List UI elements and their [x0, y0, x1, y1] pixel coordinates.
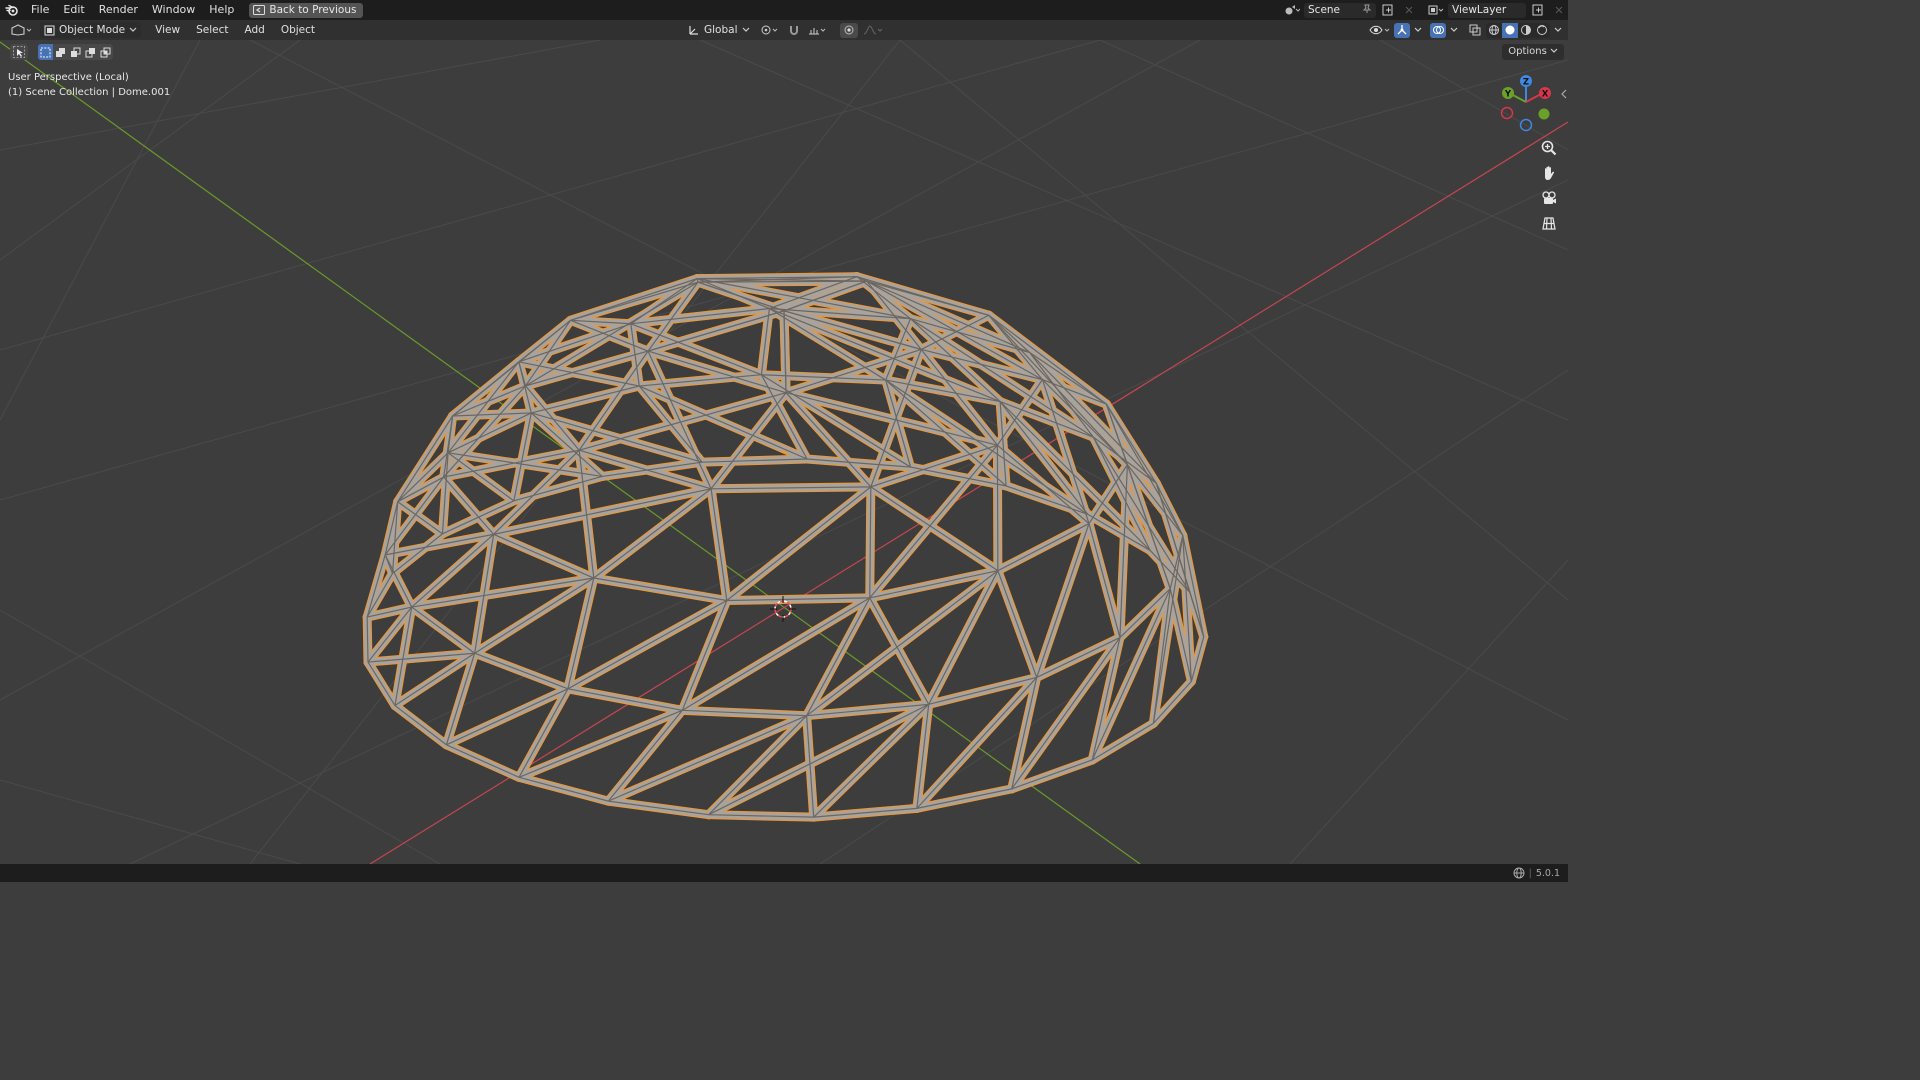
- camera-view-icon[interactable]: [1538, 188, 1560, 208]
- select-subtract-icon[interactable]: [68, 44, 83, 60]
- top-bar: File Edit Render Window Help Back to Pre…: [0, 0, 1568, 20]
- navigation-gizmo[interactable]: Z X Y: [1496, 72, 1560, 134]
- toggle-xray-icon[interactable]: [1466, 23, 1484, 38]
- orthographic-toggle-icon[interactable]: [1538, 213, 1560, 233]
- transform-orientation-label: Global: [704, 24, 738, 36]
- gizmo-options-chevron-icon[interactable]: [1412, 23, 1424, 38]
- blender-version: 5.0.1: [1535, 867, 1560, 879]
- rendered-shading-icon[interactable]: [1534, 23, 1550, 38]
- proportional-falloff-icon[interactable]: [862, 23, 884, 38]
- show-gizmo-icon[interactable]: [1394, 22, 1410, 38]
- view-perspective-label: User Perspective (Local): [8, 72, 129, 83]
- menu-add[interactable]: Add: [236, 20, 272, 40]
- view-layer-name: ViewLayer: [1452, 4, 1507, 16]
- object-mode-icon: [44, 25, 55, 35]
- material-preview-shading-icon[interactable]: [1518, 23, 1534, 38]
- dome-mesh[interactable]: [362, 272, 1209, 822]
- selection-mode-group: [38, 44, 113, 60]
- delete-scene-icon[interactable]: [1400, 3, 1418, 18]
- menu-file[interactable]: File: [24, 0, 56, 20]
- options-dropdown[interactable]: Options: [1502, 44, 1564, 60]
- back-to-previous-label: Back to Previous: [269, 3, 357, 16]
- menu-select[interactable]: Select: [188, 20, 236, 40]
- snap-toggle-icon[interactable]: [786, 23, 802, 38]
- sidebar-toggle-icon[interactable]: [1560, 84, 1568, 103]
- viewport-info-overlay: User Perspective (Local) (1) Scene Colle…: [8, 70, 170, 100]
- viewport-navigation-tools: [1538, 138, 1560, 233]
- pan-hand-icon[interactable]: [1538, 163, 1560, 183]
- active-collection-label: (1) Scene Collection | Dome.001: [8, 87, 171, 98]
- delete-view-layer-icon[interactable]: [1550, 3, 1568, 18]
- scene-name: Scene: [1308, 4, 1341, 16]
- new-view-layer-icon[interactable]: [1529, 3, 1547, 18]
- overlay-options-chevron-icon[interactable]: [1448, 23, 1460, 38]
- menu-edit[interactable]: Edit: [56, 0, 91, 20]
- menu-window[interactable]: Window: [145, 0, 202, 20]
- view-layer-browse-icon[interactable]: [1427, 3, 1445, 18]
- divider: |: [1528, 867, 1532, 879]
- shading-options-chevron-icon[interactable]: [1552, 23, 1564, 38]
- zoom-icon[interactable]: [1538, 138, 1560, 158]
- mode-dropdown[interactable]: Object Mode: [40, 22, 142, 38]
- editor-type-icon[interactable]: [8, 23, 34, 38]
- mode-label: Object Mode: [59, 24, 126, 36]
- options-label: Options: [1508, 46, 1547, 57]
- viewport-canvas[interactable]: [0, 40, 1568, 864]
- chevron-down-icon: [742, 27, 749, 32]
- select-new-icon[interactable]: [38, 44, 53, 60]
- chevron-down-icon: [1550, 48, 1558, 53]
- back-to-previous-button[interactable]: Back to Previous: [249, 2, 364, 18]
- snap-target-icon[interactable]: [806, 23, 830, 38]
- menu-view[interactable]: View: [147, 20, 188, 40]
- status-right: | 5.0.1: [1513, 864, 1560, 882]
- select-invert-icon[interactable]: [83, 44, 98, 60]
- gizmo-neg-y-handle[interactable]: [1538, 108, 1550, 120]
- show-overlays-icon[interactable]: [1430, 22, 1446, 38]
- gizmo-neg-x-handle[interactable]: [1500, 106, 1514, 120]
- view-layer-field[interactable]: ViewLayer: [1448, 2, 1526, 18]
- gizmo-neg-z-handle[interactable]: [1519, 118, 1533, 132]
- scene-browse-icon[interactable]: [1283, 3, 1301, 18]
- wireframe-shading-icon[interactable]: [1486, 23, 1502, 38]
- menu-help[interactable]: Help: [202, 0, 241, 20]
- object-origin: [782, 450, 786, 454]
- gizmo-y-label: Y: [1504, 90, 1512, 100]
- screen-back-icon: [253, 5, 266, 15]
- viewport-header: Object Mode View Select Add Object Globa…: [0, 20, 1568, 40]
- solid-shading-icon[interactable]: [1502, 22, 1518, 38]
- select-extend-icon[interactable]: [53, 44, 68, 60]
- main-menu: File Edit Render Window Help: [24, 0, 241, 20]
- shading-modes: [1486, 22, 1550, 38]
- transform-orientation-dropdown[interactable]: Global: [684, 22, 754, 38]
- gizmo-z-label: Z: [1523, 78, 1529, 88]
- status-bar: | 5.0.1: [0, 864, 1568, 882]
- pin-icon[interactable]: [1362, 4, 1372, 17]
- tool-settings-row: [10, 44, 113, 60]
- network-globe-icon[interactable]: [1513, 867, 1525, 879]
- blender-logo-icon[interactable]: [0, 0, 24, 20]
- menu-object[interactable]: Object: [273, 20, 323, 40]
- chevron-down-icon: [129, 27, 137, 32]
- select-tool-icon[interactable]: [10, 44, 28, 60]
- select-intersect-icon[interactable]: [98, 44, 113, 60]
- orientation-axes-icon: [689, 26, 698, 35]
- top-right-controls: Scene ViewLayer: [1283, 0, 1568, 20]
- viewport-display-tools: [1368, 20, 1564, 40]
- proportional-editing-icon[interactable]: [839, 22, 858, 38]
- visibility-selectability-icon[interactable]: [1368, 23, 1392, 38]
- menu-render[interactable]: Render: [92, 0, 145, 20]
- pivot-point-icon[interactable]: [758, 23, 782, 38]
- gizmo-x-label: X: [1542, 90, 1549, 100]
- transform-tools: Global: [684, 20, 884, 40]
- new-scene-icon[interactable]: [1379, 3, 1397, 18]
- scene-name-field[interactable]: Scene: [1304, 2, 1376, 18]
